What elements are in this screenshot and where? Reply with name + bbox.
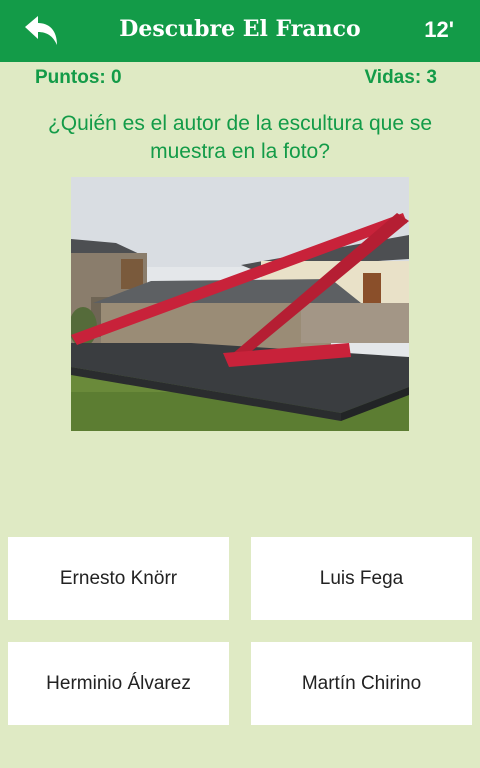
top-bar: Descubre El Franco 12' — [0, 0, 480, 62]
lives-label: Vidas: 3 — [364, 67, 437, 88]
app-title: Descubre El Franco — [119, 16, 361, 42]
answer-option-3[interactable]: Herminio Álvarez — [8, 642, 229, 725]
timer: 12' — [424, 17, 454, 42]
question-text: ¿Quién es el autor de la escultura que s… — [47, 112, 433, 163]
points-label: Puntos: 0 — [35, 67, 122, 88]
sculpture-photo — [71, 177, 409, 431]
answer-option-1[interactable]: Ernesto Knörr — [8, 537, 229, 620]
answer-option-4[interactable]: Martín Chirino — [251, 642, 472, 725]
answer-option-2[interactable]: Luis Fega — [251, 537, 472, 620]
